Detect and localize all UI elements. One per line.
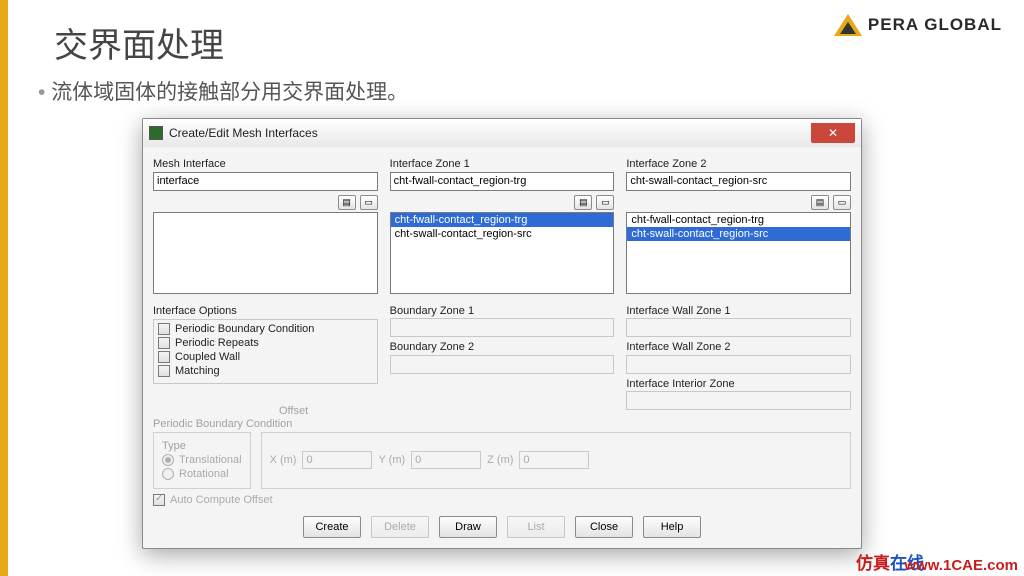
slide-title: 交界面处理: [54, 18, 224, 67]
accent-bar: [0, 0, 8, 576]
app-icon: [149, 126, 163, 140]
zone1-list[interactable]: cht-fwall-contact_region-trgcht-swall-co…: [390, 212, 615, 294]
wall-zone2-label: Interface Wall Zone 2: [626, 341, 851, 353]
offset-label: Offset: [279, 405, 308, 417]
list-item[interactable]: cht-fwall-contact_region-trg: [391, 213, 614, 227]
select-all-icon[interactable]: ▤: [811, 195, 829, 210]
x-label: X (m): [270, 454, 297, 466]
y-label: Y (m): [378, 454, 405, 466]
wall-zone1-input: [626, 318, 851, 337]
deselect-icon[interactable]: ▭: [596, 195, 614, 210]
interior-zone-label: Interface Interior Zone: [626, 378, 851, 390]
list-item[interactable]: cht-fwall-contact_region-trg: [627, 213, 850, 227]
button-row: Create Delete Draw List Close Help: [153, 516, 851, 538]
options-label: Interface Options: [153, 305, 378, 317]
delete-button: Delete: [371, 516, 429, 538]
option-check[interactable]: Periodic Repeats: [158, 337, 373, 349]
pbc-radio: Translational: [162, 454, 242, 466]
boundary-zone2-label: Boundary Zone 2: [390, 341, 615, 353]
interior-zone-input: [626, 391, 851, 410]
slide-subtitle: 流体域固体的接触部分用交界面处理。: [38, 76, 408, 106]
checkbox-icon: [158, 323, 170, 335]
mesh-interfaces-dialog: Create/Edit Mesh Interfaces ✕ Mesh Inter…: [142, 118, 862, 549]
pbc-offset-box: X (m) Y (m) Z (m): [261, 432, 851, 489]
option-check[interactable]: Matching: [158, 365, 373, 377]
list-item[interactable]: cht-swall-contact_region-src: [391, 227, 614, 241]
z-input: [519, 451, 589, 469]
zone2-label: Interface Zone 2: [626, 158, 851, 170]
pbc-type-box: Type Translational Rotational: [153, 432, 251, 489]
radio-icon: [162, 454, 174, 466]
option-check[interactable]: Coupled Wall: [158, 351, 373, 363]
logo: PERA GLOBAL: [834, 14, 1002, 36]
option-check[interactable]: Periodic Boundary Condition: [158, 323, 373, 335]
type-label: Type: [162, 440, 242, 452]
mesh-interface-label: Mesh Interface: [153, 158, 378, 170]
mesh-interface-input[interactable]: [153, 172, 378, 191]
deselect-icon[interactable]: ▭: [833, 195, 851, 210]
boundary-zone1-input: [390, 318, 615, 337]
create-button[interactable]: Create: [303, 516, 361, 538]
dialog-body: Mesh Interface ▤ ▭ Interface Zone 1 ▤ ▭ …: [143, 147, 861, 548]
checkbox-icon: [158, 337, 170, 349]
boundary-zone2-input: [390, 355, 615, 374]
list-button: List: [507, 516, 565, 538]
zone2-input[interactable]: [626, 172, 851, 191]
pbc-radio: Rotational: [162, 468, 242, 480]
logo-triangle-icon: [834, 14, 862, 36]
wall-zone1-label: Interface Wall Zone 1: [626, 305, 851, 317]
checkbox-icon: ✓: [153, 494, 165, 506]
deselect-icon[interactable]: ▭: [360, 195, 378, 210]
dialog-title: Create/Edit Mesh Interfaces: [169, 126, 811, 140]
mesh-interface-list[interactable]: [153, 212, 378, 294]
pbc-label: Periodic Boundary Condition: [153, 418, 851, 430]
select-all-icon[interactable]: ▤: [574, 195, 592, 210]
titlebar[interactable]: Create/Edit Mesh Interfaces ✕: [143, 119, 861, 147]
x-input: [302, 451, 372, 469]
auto-offset-check: ✓ Auto Compute Offset: [153, 494, 851, 506]
options-box: Periodic Boundary Condition Periodic Repe…: [153, 319, 378, 384]
draw-button[interactable]: Draw: [439, 516, 497, 538]
checkbox-icon: [158, 351, 170, 363]
logo-text: PERA GLOBAL: [868, 15, 1002, 35]
z-label: Z (m): [487, 454, 513, 466]
y-input: [411, 451, 481, 469]
boundary-zone1-label: Boundary Zone 1: [390, 305, 615, 317]
radio-icon: [162, 468, 174, 480]
help-button[interactable]: Help: [643, 516, 701, 538]
list-item[interactable]: cht-swall-contact_region-src: [627, 227, 850, 241]
zone2-list[interactable]: cht-fwall-contact_region-trgcht-swall-co…: [626, 212, 851, 294]
close-icon[interactable]: ✕: [811, 123, 855, 143]
footer-url: www.1CAE.com: [904, 557, 1018, 574]
close-button[interactable]: Close: [575, 516, 633, 538]
select-all-icon[interactable]: ▤: [338, 195, 356, 210]
wall-zone2-input: [626, 355, 851, 374]
zone1-input[interactable]: [390, 172, 615, 191]
checkbox-icon: [158, 365, 170, 377]
zone1-label: Interface Zone 1: [390, 158, 615, 170]
